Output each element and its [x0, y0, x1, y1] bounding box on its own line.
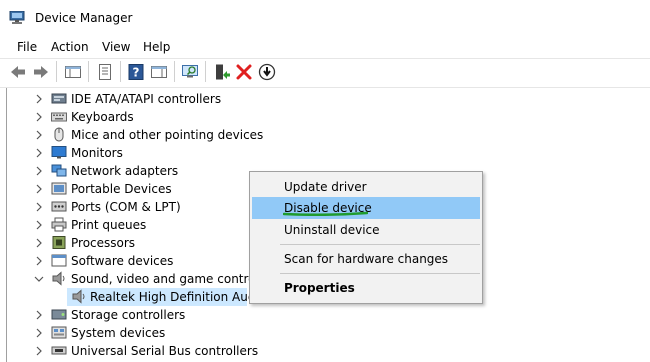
- tree-item-label: Ports (COM & LPT): [71, 200, 181, 214]
- tree-item-label: Monitors: [71, 146, 123, 160]
- context-menu-label: Properties: [284, 281, 355, 295]
- tree-item-network-adapters[interactable]: Network adapters: [0, 162, 260, 180]
- context-menu-uninstall-device[interactable]: Uninstall device: [250, 219, 482, 241]
- context-menu-update-driver[interactable]: Update driver: [250, 176, 482, 198]
- menu-help[interactable]: Help: [143, 40, 170, 54]
- ide-controller-icon: [51, 93, 67, 104]
- context-menu-separator: [280, 244, 480, 245]
- tree-item-processors[interactable]: Processors: [0, 234, 260, 252]
- tree-item-monitors[interactable]: Monitors: [0, 144, 260, 162]
- tree-item-portable-devices[interactable]: Portable Devices: [0, 180, 260, 198]
- software-device-icon: [51, 254, 67, 267]
- toolbar-separator: [174, 61, 175, 82]
- chevron-right-icon[interactable]: [34, 94, 44, 104]
- tree-item-ide-ata-atapi-controllers[interactable]: IDE ATA/ATAPI controllers: [0, 90, 260, 108]
- system-device-icon: [51, 326, 67, 339]
- tree-item-label: System devices: [71, 326, 166, 340]
- window-title: Device Manager: [35, 11, 133, 25]
- usb-controller-icon: [51, 346, 67, 355]
- context-menu-label: Uninstall device: [284, 223, 380, 237]
- tree-item-label: Software devices: [71, 254, 174, 268]
- context-menu-label: Scan for hardware changes: [284, 252, 449, 266]
- menu-view[interactable]: View: [102, 40, 130, 54]
- toolbar-separator: [56, 61, 57, 82]
- printer-icon: [51, 217, 67, 232]
- context-menu-properties[interactable]: Properties: [250, 277, 482, 299]
- tree-item-label: Processors: [71, 236, 136, 250]
- disable-device-icon[interactable]: [258, 63, 276, 81]
- portable-device-icon: [51, 182, 67, 195]
- tree-item-system-devices[interactable]: System devices: [0, 324, 260, 342]
- monitor-icon: [51, 146, 67, 159]
- toolbar-separator: [88, 61, 89, 82]
- tree-item-keyboards[interactable]: Keyboards: [0, 108, 260, 126]
- device-manager-icon: [9, 11, 25, 24]
- tree-item-label: Mice and other pointing devices: [71, 128, 264, 142]
- chevron-down-icon[interactable]: [34, 274, 44, 284]
- toolbar-separator: [120, 61, 121, 82]
- context-menu-separator: [280, 273, 480, 274]
- context-menu-scan-hardware[interactable]: Scan for hardware changes: [250, 248, 482, 270]
- scan-hardware-icon[interactable]: [181, 63, 199, 81]
- help-icon[interactable]: ?: [127, 63, 145, 81]
- menu-bar: [0, 36, 650, 58]
- context-menu-label: Update driver: [284, 180, 367, 194]
- tree-item-label: Storage controllers: [71, 308, 186, 322]
- toolbar-separator: [205, 61, 206, 82]
- tree-item-label: Print queues: [71, 218, 147, 232]
- chevron-right-icon[interactable]: [34, 112, 44, 122]
- chevron-right-icon[interactable]: [34, 238, 44, 248]
- properties-icon[interactable]: [96, 63, 114, 81]
- title-bar: Device Manager: [0, 0, 650, 36]
- tree-item-print-queues[interactable]: Print queues: [0, 216, 260, 234]
- svg-text:?: ?: [133, 66, 140, 80]
- tree-item-usb-controllers[interactable]: Universal Serial Bus controllers: [0, 342, 260, 360]
- tree-item-label: Portable Devices: [71, 182, 172, 196]
- tree-item-sound-video-game-controllers[interactable]: Sound, video and game controllers: [0, 270, 281, 288]
- menu-file[interactable]: File: [17, 40, 37, 54]
- chevron-right-icon[interactable]: [34, 148, 44, 158]
- chevron-right-icon[interactable]: [34, 346, 44, 356]
- update-driver-icon[interactable]: [213, 63, 231, 81]
- tree-item-software-devices[interactable]: Software devices: [0, 252, 260, 270]
- mouse-icon: [54, 127, 64, 142]
- processor-icon: [52, 236, 66, 249]
- chevron-right-icon[interactable]: [34, 310, 44, 320]
- keyboard-icon: [51, 112, 67, 122]
- tree-item-storage-controllers[interactable]: Storage controllers: [0, 306, 260, 324]
- network-adapter-icon: [51, 164, 67, 177]
- chevron-right-icon[interactable]: [34, 220, 44, 230]
- tree-item-ports[interactable]: Ports (COM & LPT): [0, 198, 260, 216]
- annotation-underline: [283, 211, 368, 216]
- tree-item-label: Realtek High Definition Audio: [90, 290, 267, 304]
- tree-item-label: Network adapters: [71, 164, 179, 178]
- tree-item-mice[interactable]: Mice and other pointing devices: [0, 126, 264, 144]
- chevron-right-icon[interactable]: [34, 166, 44, 176]
- chevron-right-icon[interactable]: [34, 328, 44, 338]
- chevron-right-icon[interactable]: [34, 256, 44, 266]
- chevron-right-icon[interactable]: [34, 130, 44, 140]
- speaker-icon: [72, 289, 85, 304]
- port-icon: [51, 201, 67, 212]
- tree-item-label: IDE ATA/ATAPI controllers: [71, 92, 222, 106]
- uninstall-icon[interactable]: [235, 63, 253, 81]
- action-pane-icon[interactable]: [150, 63, 168, 81]
- chevron-right-icon[interactable]: [34, 184, 44, 194]
- chevron-right-icon[interactable]: [34, 202, 44, 212]
- forward-icon[interactable]: [32, 63, 50, 81]
- tree-item-label: Keyboards: [71, 110, 134, 124]
- tree-item-label: Universal Serial Bus controllers: [71, 344, 259, 358]
- menu-action[interactable]: Action: [51, 40, 89, 54]
- speaker-icon: [52, 271, 65, 286]
- context-menu: Update driver Disable device Uninstall d…: [249, 171, 483, 304]
- back-icon[interactable]: [9, 63, 27, 81]
- show-hide-console-tree-icon[interactable]: [64, 63, 82, 81]
- storage-controller-icon: [51, 309, 67, 320]
- tree-item-realtek-high-definition-audio[interactable]: Realtek High Definition Audio: [0, 288, 266, 306]
